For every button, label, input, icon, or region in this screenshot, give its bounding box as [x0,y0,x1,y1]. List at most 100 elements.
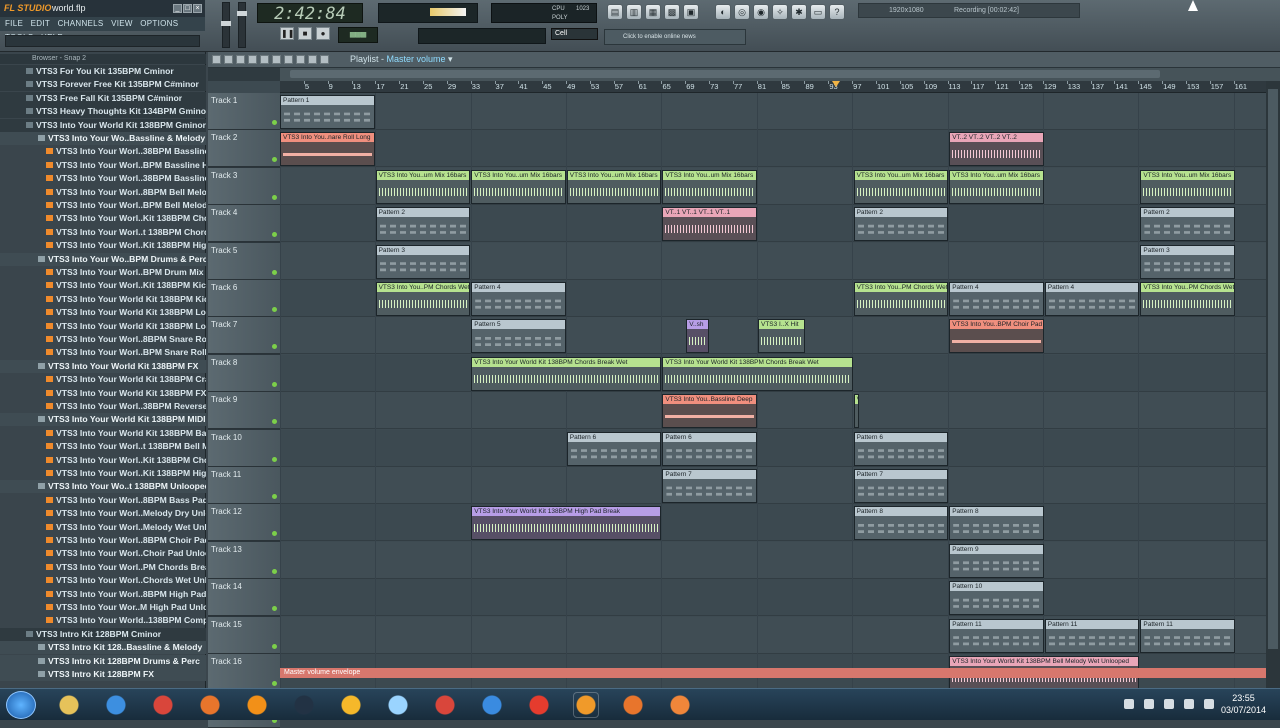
pattern-clip[interactable]: Pattern 11 [1140,618,1235,653]
firefox-icon[interactable] [620,692,646,718]
track-header[interactable]: Track 2 [208,130,280,168]
audio-clip[interactable]: VTS3 Into You..nare Roll Long [280,132,375,167]
settings-icon[interactable]: ✱ [791,4,807,20]
mute-tool-icon[interactable] [260,55,269,64]
pattern-clip[interactable]: Pattern 9 [949,543,1044,578]
browser-item[interactable]: VTS3 Into Your World Kit 138BPM MIDI [0,413,206,427]
browser-item[interactable]: VTS3 Into Your Worl..BPM Bell Melody Wet [0,199,206,212]
pattern-clip[interactable]: Pattern 5 [471,319,566,354]
browser-item[interactable]: VTS3 Into Your Worl..8BPM Bass Pad Break [0,494,206,507]
arrangement-grid[interactable]: Pattern 1 VTS3 Into You..nare Roll Long VT… [280,93,1266,688]
close-button[interactable]: × [193,4,202,13]
pattern-clip[interactable]: Pattern 4 [471,282,566,316]
tray-flag-icon[interactable] [1144,699,1154,709]
browser-item[interactable]: VTS3 Into Your Worl..Kit 138BPM Kick 4_4 [0,279,206,292]
slice-tool-icon[interactable] [284,55,293,64]
menu-options[interactable]: OPTIONS [140,17,178,31]
channel-rack-icon[interactable]: ▦ [645,4,661,20]
tray-network-icon[interactable] [1164,699,1174,709]
audio-clip[interactable]: VTS3 Into You..um Mix 16bars [375,169,471,204]
audio-clip[interactable]: VTS3 Into You..um Mix 16bars [853,169,949,204]
pattern-clip[interactable]: Pattern 6 [853,431,949,466]
browser-item[interactable]: VTS3 Into Your Worl..Chords Wet Unlooped [0,574,206,587]
save-icon[interactable]: ▭ [810,4,826,20]
browser-item[interactable]: VTS3 Into Your Wo..BPM Drums & Perc [0,252,206,266]
browser-item[interactable]: VTS3 Into Your World Kit 138BPM Loop 01 [0,306,206,319]
audio-clip[interactable]: VTS3 Into You..Bassline Deep [662,394,757,429]
chrome-icon[interactable] [432,692,458,718]
browser-item[interactable]: VTS3 Into Your World Kit 138BPM Bassline [0,427,206,440]
track-led-icon[interactable] [272,681,277,686]
paint-tool-icon[interactable] [236,55,245,64]
media-player-icon[interactable] [479,692,505,718]
vlc-icon[interactable] [244,692,270,718]
tray-volume-icon[interactable] [1184,699,1194,709]
audio-clip[interactable]: VTS3 I..X Hit [758,319,805,354]
rendering-icon[interactable]: ◉ [753,4,769,20]
audio-clip[interactable]: VT..1 VT..1 VT..1 VT..1 [662,207,757,242]
pattern-clip[interactable]: Pattern 2 [853,207,949,242]
pattern-clip[interactable]: Pattern 3 [1140,244,1235,279]
help-icon[interactable]: ? [829,4,845,20]
select-tool-icon[interactable] [296,55,305,64]
tempo-icon[interactable]: ◎ [734,4,750,20]
menu-file[interactable]: FILE [5,17,23,31]
firefox-icon[interactable] [197,692,223,718]
track-header[interactable]: Track 10 [208,429,280,467]
track-header[interactable]: Track 6 [208,280,280,317]
online-news-button[interactable]: Click to enable online news [604,29,746,45]
zoom-tool-icon[interactable] [308,55,317,64]
browser-item[interactable]: VTS3 Into Your Worl..PM Chords Break Wet [0,561,206,574]
browser-item[interactable]: VTS3 Into Your Worl..Melody Dry Unlooped [0,507,206,520]
menu-channels[interactable]: CHANNELS [58,17,104,31]
browser-item[interactable]: VTS3 Into Your World Kit 138BPM Kick [0,293,206,306]
tools-icon[interactable]: ✧ [772,4,788,20]
pattern-clip[interactable]: Pattern 3 [375,244,471,279]
browser-item[interactable]: VTS3 Into Your Worl..8BPM Choir Pad Brea… [0,534,206,547]
video-icon[interactable] [667,692,693,718]
browser-item[interactable]: VTS3 Into Your Wo..Bassline & Melody [0,132,206,145]
pattern-selector[interactable]: ▦▦▦ [338,27,378,43]
timeline-ruler[interactable]: 5 9 13 17 21 25 29 33 37 41 45 49 53 57 61 65 69 73 77 81 85… [280,81,1266,93]
browser-item[interactable]: VTS3 Into Your World Kit 138BPM Loop 02 [0,320,206,333]
audio-clip[interactable]: VTS3 Into You..BPM Choir Pad [949,319,1044,354]
track-header[interactable]: Track 7 [208,317,280,355]
track-led-icon[interactable] [272,494,277,499]
track-header[interactable]: Track 16 [208,654,280,691]
playlist-menu-icon[interactable] [212,55,221,64]
master-volume-slider[interactable] [221,2,231,48]
track-led-icon[interactable] [272,531,277,537]
fl-studio-icon[interactable] [573,692,599,718]
taskbar-clock[interactable]: 23:55 03/07/2014 [1221,692,1266,716]
pattern-clip[interactable]: Pattern 11 [1044,618,1140,653]
explorer-icon[interactable] [56,692,82,718]
playlist-icon[interactable]: ▤ [607,4,623,20]
winamp-icon[interactable] [338,692,364,718]
pattern-clip[interactable]: Pattern 7 [853,469,949,503]
browser-item[interactable]: VTS3 Into Your Wor..M High Pad Unlooped [0,601,206,614]
pattern-clip[interactable]: Pattern 11 [949,618,1044,653]
audio-clip[interactable]: VTS3 Into Your World Kit 138BPM High Pad… [471,506,662,541]
browser-item[interactable]: VTS3 Into Your World Kit 138BPM FX [0,359,206,373]
browser-item[interactable]: VTS3 Intro Kit 128BPM FX [0,668,206,681]
audio-clip[interactable]: VTS3 Into Your World Kit 138BPM Chords B… [471,356,662,391]
browser-item[interactable]: VTS3 For You Kit 135BPM Cminor [0,65,206,78]
browser-item[interactable]: VTS3 Into Your World Kit 138BPM FX Hit [0,387,206,400]
ie-icon[interactable] [103,692,129,718]
track-led-icon[interactable] [272,381,277,387]
browser-item[interactable]: VTS3 Into Your World Kit 138BPM Crash [0,373,206,386]
delete-tool-icon[interactable] [248,55,257,64]
pause-icon[interactable]: ❚❚ [280,27,294,40]
audio-clip[interactable]: VTS3 Into You..um Mix 16bars [566,169,662,204]
playhead-marker-icon[interactable] [832,81,840,87]
track-header[interactable]: Track 14 [208,579,280,617]
snap-selector[interactable]: Cell [551,28,598,40]
menu-view[interactable]: VIEW [111,17,133,31]
browser-item[interactable]: VTS3 Forever Free Kit 135BPM C#minor [0,78,206,92]
maximize-button[interactable]: □ [183,4,192,13]
browser-item[interactable]: VTS3 Into Your World Kit 138BPM Gminor [0,118,206,132]
track-led-icon[interactable] [272,120,277,125]
vertical-scrollbar[interactable] [1266,81,1280,688]
audio-clip[interactable]: VTS3 Into You..um Mix 16bars [662,169,757,204]
stop-icon[interactable]: ■ [298,27,312,40]
